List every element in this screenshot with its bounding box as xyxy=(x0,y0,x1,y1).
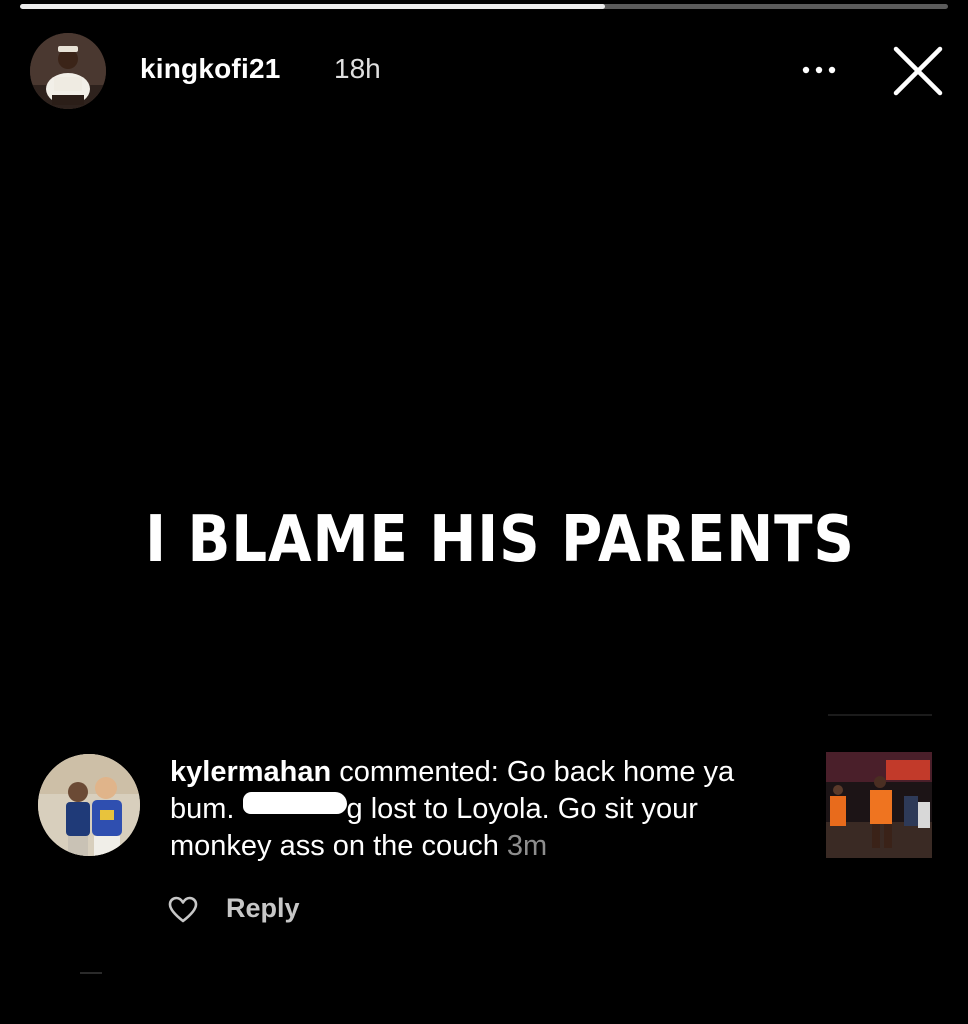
close-icon[interactable] xyxy=(890,43,946,99)
redaction-mark xyxy=(242,792,347,814)
heart-outline-icon[interactable] xyxy=(168,896,198,924)
commenter-username[interactable]: kylermahan xyxy=(170,756,331,788)
more-horizontal-icon[interactable] xyxy=(800,55,840,85)
divider xyxy=(80,972,102,974)
comment-verb: commented: xyxy=(331,756,507,788)
story-progress-fill xyxy=(20,4,605,9)
author-avatar[interactable] xyxy=(30,33,106,109)
divider xyxy=(828,714,932,716)
post-thumbnail[interactable] xyxy=(826,752,932,858)
story-header: kingkofi21 18h xyxy=(30,33,950,109)
comment-text: kylermahan commented: Go back home ya bu… xyxy=(170,754,800,865)
story-timestamp: 18h xyxy=(334,53,381,84)
commenter-avatar[interactable] xyxy=(38,754,140,856)
post-thumbnail-image xyxy=(826,752,932,858)
commenter-avatar-image xyxy=(38,754,140,856)
comment-timestamp: 3m xyxy=(506,830,548,862)
author-avatar-image xyxy=(30,33,106,109)
author-username[interactable]: kingkofi21 xyxy=(140,53,280,85)
story-text: I BLAME HIS PARENTS xyxy=(145,503,855,577)
reply-button[interactable]: Reply xyxy=(226,893,300,924)
story-progress-bar xyxy=(20,4,948,9)
